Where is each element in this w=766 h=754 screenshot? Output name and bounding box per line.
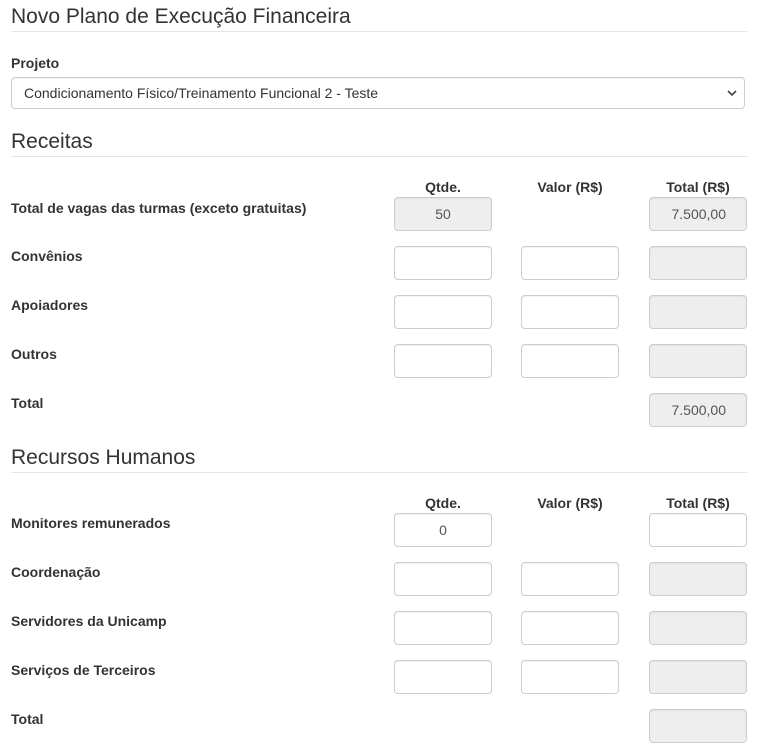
apoiadores-total-field[interactable] bbox=[649, 295, 747, 329]
monitores-total-field[interactable] bbox=[649, 513, 747, 547]
project-select[interactable]: Condicionamento Físico/Treinamento Funci… bbox=[11, 77, 745, 109]
recursos-qty-header: Qtde. bbox=[425, 495, 461, 511]
receitas-value-header: Valor (R$) bbox=[537, 179, 603, 195]
apoiadores-qty-field[interactable] bbox=[394, 295, 492, 329]
recursos-row-label: Coordenação bbox=[11, 564, 101, 580]
outros-value-field[interactable] bbox=[521, 344, 619, 378]
recursos-total-header: Total (R$) bbox=[666, 495, 730, 511]
receitas-qty-header: Qtde. bbox=[425, 179, 461, 195]
recursos-total-label: Total bbox=[11, 711, 44, 727]
recursos-total-field[interactable] bbox=[649, 709, 747, 743]
servidores-total-field[interactable] bbox=[649, 611, 747, 645]
coordenacao-qty-field[interactable] bbox=[394, 562, 492, 596]
receitas-title: Receitas bbox=[11, 130, 93, 153]
recursos-title: Recursos Humanos bbox=[11, 446, 196, 469]
receitas-total-field[interactable]: 7.500,00 bbox=[649, 393, 747, 427]
convenios-value-field[interactable] bbox=[521, 246, 619, 280]
terceiros-qty-field[interactable] bbox=[394, 660, 492, 694]
vagas-qty-field[interactable]: 50 bbox=[394, 197, 492, 231]
receitas-total-label: Total bbox=[11, 395, 44, 411]
coordenacao-value-field[interactable] bbox=[521, 562, 619, 596]
vagas-total-field[interactable]: 7.500,00 bbox=[649, 197, 747, 231]
recursos-value-header: Valor (R$) bbox=[537, 495, 603, 511]
project-select-value: Condicionamento Físico/Treinamento Funci… bbox=[24, 85, 379, 101]
project-label: Projeto bbox=[11, 55, 60, 71]
receitas-row-label: Convênios bbox=[11, 248, 83, 264]
receitas-row-label: Outros bbox=[11, 346, 57, 362]
terceiros-total-field[interactable] bbox=[649, 660, 747, 694]
outros-qty-field[interactable] bbox=[394, 344, 492, 378]
servidores-qty-field[interactable] bbox=[394, 611, 492, 645]
receitas-row-label: Apoiadores bbox=[11, 297, 89, 313]
monitores-qty-field[interactable]: 0 bbox=[394, 513, 492, 547]
receitas-total-header: Total (R$) bbox=[666, 179, 730, 195]
terceiros-value-field[interactable] bbox=[521, 660, 619, 694]
convenios-qty-field[interactable] bbox=[394, 246, 492, 280]
recursos-row-label: Monitores remunerados bbox=[11, 515, 171, 531]
receitas-row-label: Total de vagas das turmas (exceto gratui… bbox=[11, 200, 307, 216]
recursos-divider bbox=[11, 472, 747, 473]
chevron-down-icon bbox=[727, 90, 737, 97]
coordenacao-total-field[interactable] bbox=[649, 562, 747, 596]
servidores-value-field[interactable] bbox=[521, 611, 619, 645]
page-title: Novo Plano de Execução Financeira bbox=[11, 5, 351, 28]
receitas-divider bbox=[11, 156, 747, 157]
recursos-row-label: Serviços de Terceiros bbox=[11, 662, 156, 678]
recursos-row-label: Servidores da Unicamp bbox=[11, 613, 167, 629]
apoiadores-value-field[interactable] bbox=[521, 295, 619, 329]
outros-total-field[interactable] bbox=[649, 344, 747, 378]
title-divider bbox=[11, 31, 747, 32]
convenios-total-field[interactable] bbox=[649, 246, 747, 280]
